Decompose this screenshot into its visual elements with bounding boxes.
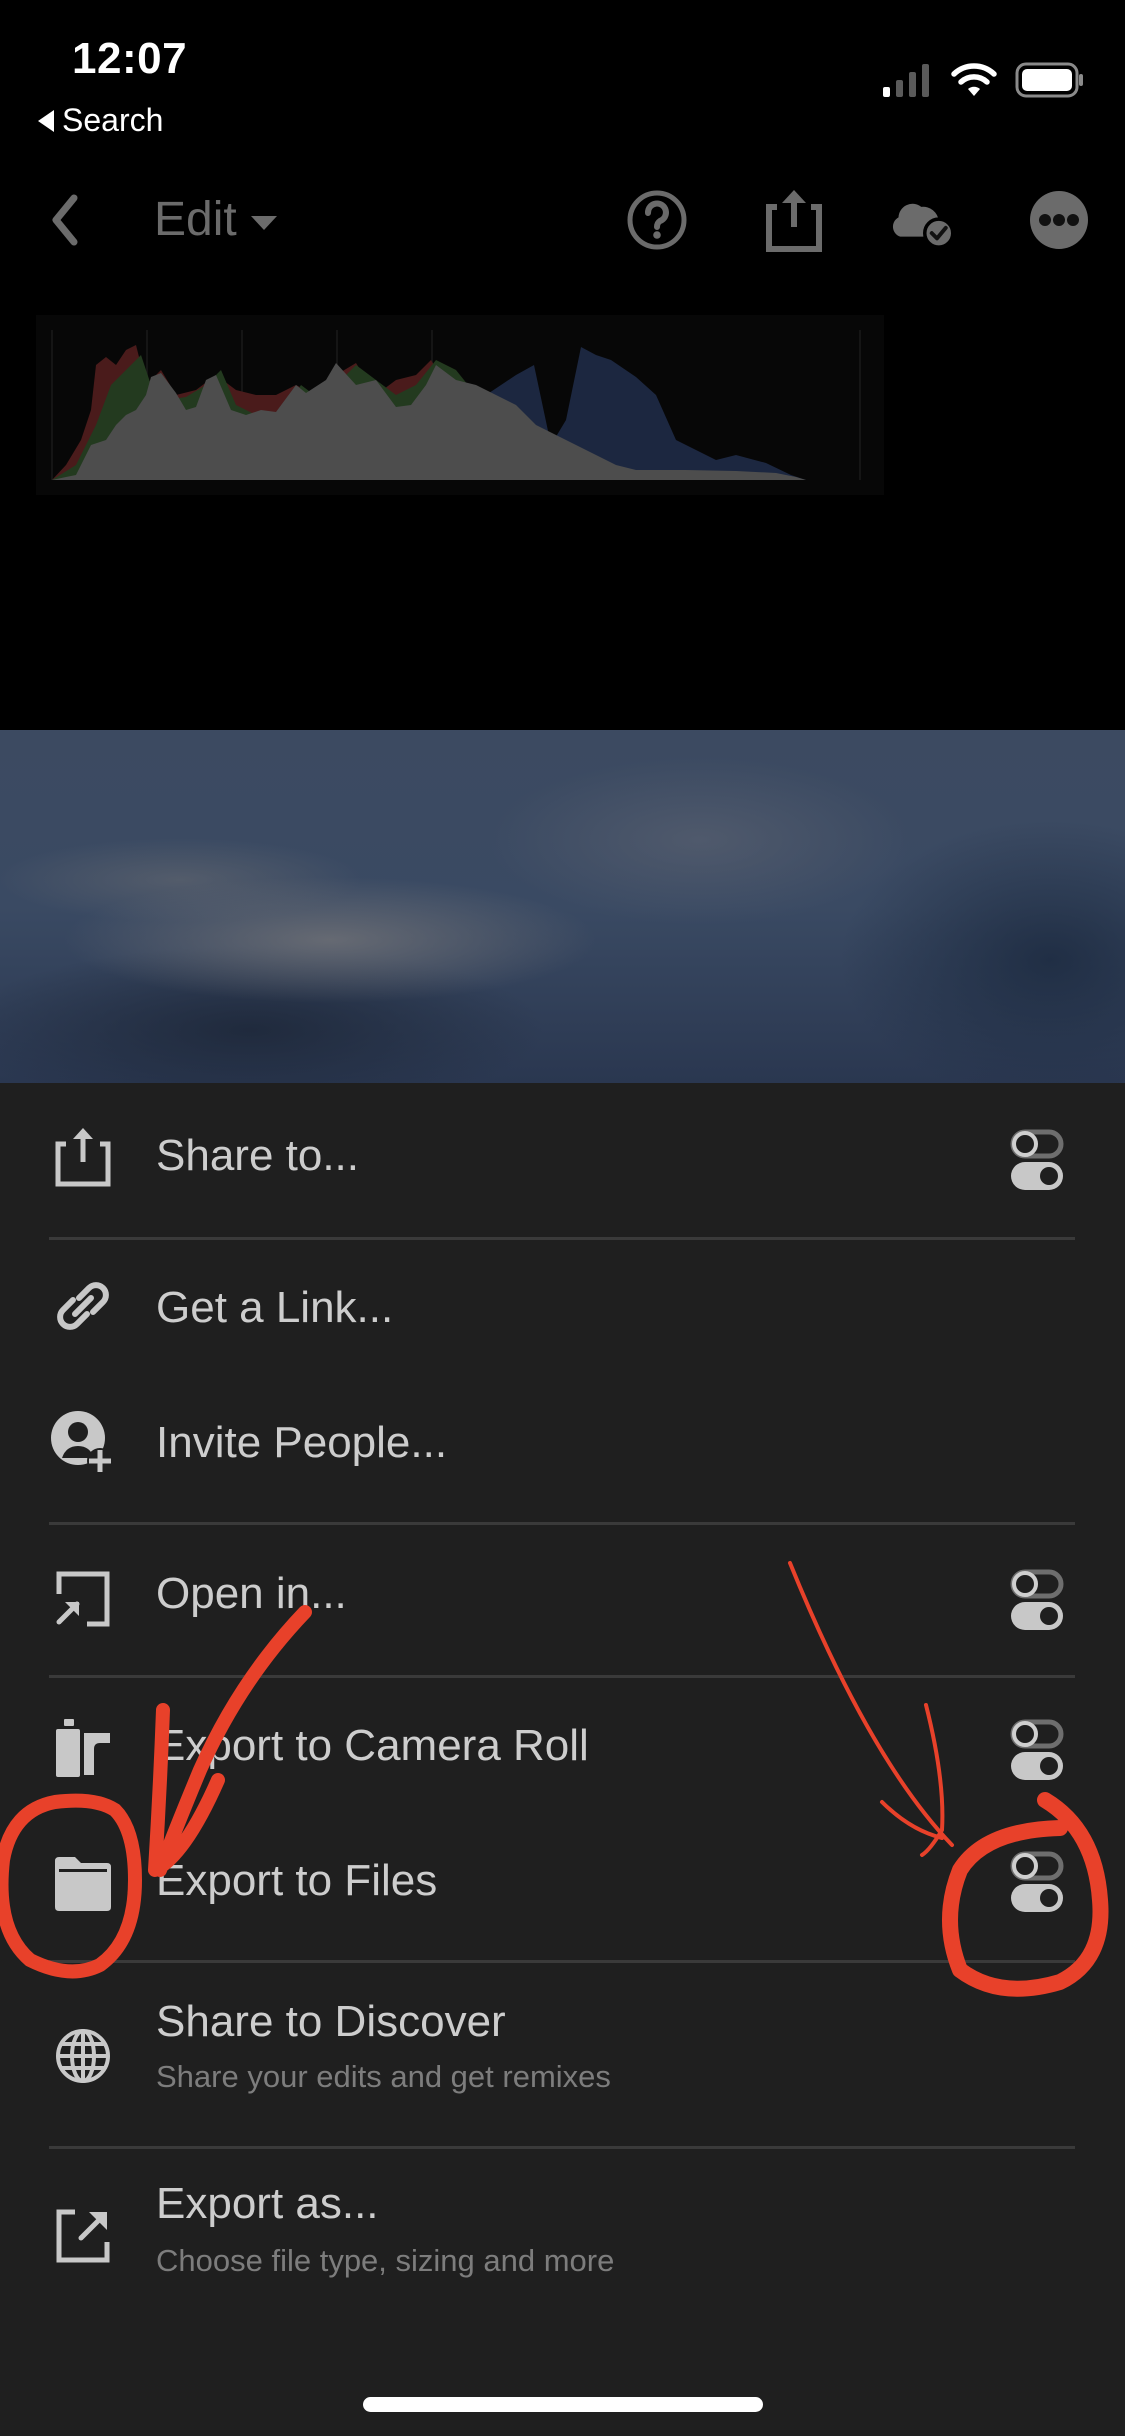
camera-roll-icon [50, 1716, 116, 1782]
share-item-label: Invite People... [156, 1418, 448, 1467]
share-item-label: Export to Camera Roll [156, 1721, 589, 1770]
share-item-export-camera-roll[interactable]: Export to Camera Roll [0, 1678, 1125, 1813]
share-sheet: Share to... Get a Link... Invite People.… [0, 1083, 1125, 2436]
caret-down-icon [250, 215, 277, 230]
wifi-icon [951, 63, 997, 96]
share-item-get-link[interactable]: Get a Link... [0, 1240, 1125, 1372]
edit-toolbar: Edit [0, 180, 1125, 260]
share-item-export-as[interactable]: Export as... Choose file type, sizing an… [0, 2149, 1125, 2339]
link-icon [50, 1273, 116, 1339]
more-button[interactable] [1024, 180, 1094, 260]
back-to-search-label: Search [62, 102, 164, 138]
chevron-left-icon[interactable] [44, 190, 84, 250]
status-icons [881, 62, 1085, 98]
globe-icon [50, 2023, 116, 2089]
share-item-share-discover[interactable]: Share to Discover Share your edits and g… [0, 1963, 1125, 2146]
share-upload-icon [50, 1124, 116, 1190]
settings-toggle-icon[interactable] [1010, 1128, 1066, 1194]
export-as-icon [50, 2203, 116, 2269]
mode-dropdown[interactable]: Edit [154, 192, 277, 247]
settings-toggle-icon[interactable] [1010, 1850, 1066, 1916]
share-button[interactable] [759, 180, 829, 260]
back-to-search-link[interactable]: Search [38, 102, 163, 139]
cloud-sync-button[interactable] [888, 180, 958, 260]
share-item-label: Export as... [156, 2179, 379, 2228]
share-item-sublabel: Choose file type, sizing and more [156, 2243, 615, 2278]
cellular-signal-icon [883, 64, 929, 97]
share-item-label: Export to Files [156, 1856, 438, 1905]
share-item-label: Share to Discover [156, 1997, 506, 2046]
share-item-sublabel: Share your edits and get remixes [156, 2059, 611, 2094]
settings-toggle-icon[interactable] [1010, 1568, 1066, 1634]
share-item-invite-people[interactable]: Invite People... [0, 1372, 1125, 1522]
cloud-check-icon [892, 203, 955, 249]
share-item-open-in[interactable]: Open in... [0, 1525, 1125, 1675]
back-triangle-icon [38, 109, 54, 132]
invite-person-icon [50, 1410, 116, 1476]
question-circle-icon [627, 190, 687, 250]
photo-preview [0, 730, 1125, 1083]
home-indicator[interactable] [363, 2397, 763, 2412]
more-dots-icon [1030, 191, 1088, 249]
share-item-label: Get a Link... [156, 1283, 394, 1332]
status-time: 12:07 [72, 34, 188, 83]
mode-label: Edit [154, 193, 237, 246]
battery-icon [1015, 62, 1083, 98]
histogram [36, 315, 884, 495]
settings-toggle-icon[interactable] [1010, 1718, 1066, 1784]
share-item-share-to[interactable]: Share to... [0, 1083, 1125, 1237]
share-item-export-files[interactable]: Export to Files [0, 1813, 1125, 1960]
share-item-label: Open in... [156, 1569, 347, 1618]
help-button[interactable] [622, 180, 692, 260]
open-in-icon [50, 1567, 116, 1633]
share-upload-icon [766, 190, 822, 252]
folder-icon [50, 1850, 116, 1916]
share-item-label: Share to... [156, 1131, 360, 1180]
